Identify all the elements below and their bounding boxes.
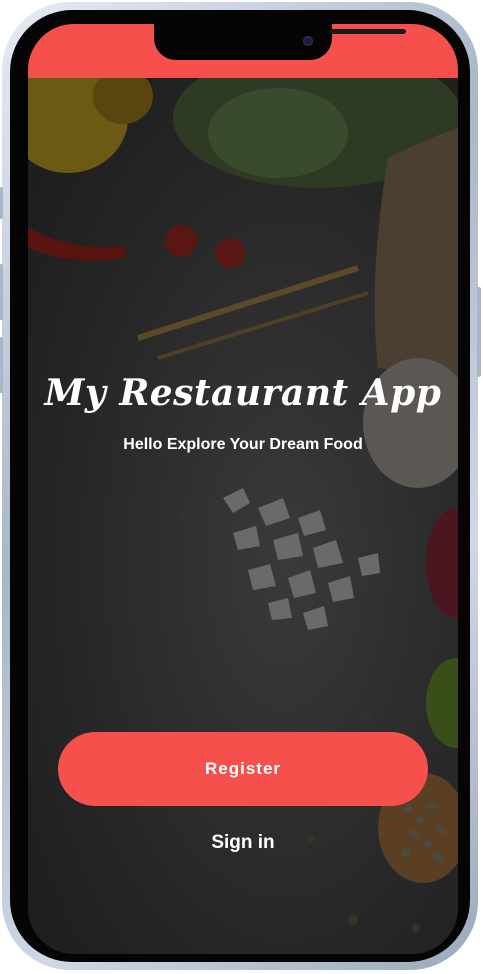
register-button-label: Register	[204, 759, 282, 778]
app-subtitle: Hello Explore Your Dream Food	[123, 436, 363, 453]
register-button[interactable]: Register	[58, 732, 428, 806]
app-title: My Restaurant App	[44, 372, 442, 414]
sign-in-link[interactable]: Sign in	[28, 832, 458, 854]
volume-up-button	[0, 264, 3, 320]
power-button	[477, 287, 481, 377]
app-screen: My Restaurant App Hello Explore Your Dre…	[28, 24, 458, 954]
mute-switch	[0, 187, 3, 219]
volume-down-button	[0, 337, 3, 393]
welcome-content: My Restaurant App Hello Explore Your Dre…	[28, 24, 458, 954]
home-indicator	[174, 942, 312, 947]
phone-frame: My Restaurant App Hello Explore Your Dre…	[0, 2, 481, 970]
